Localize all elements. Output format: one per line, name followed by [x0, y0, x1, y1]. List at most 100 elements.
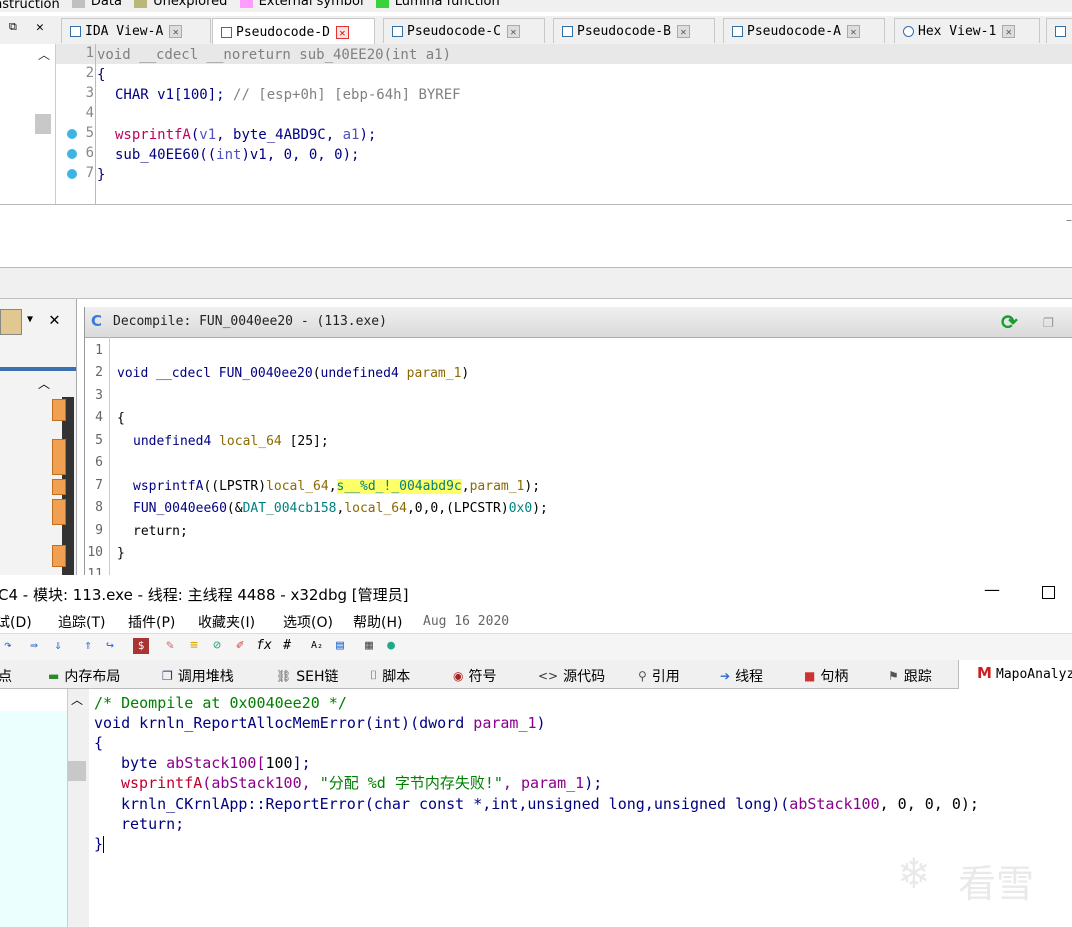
scroll-up-icon[interactable]: ︿	[71, 691, 83, 708]
source-icon: <>	[538, 668, 559, 683]
tab-pseudocode-b[interactable]: Pseudocode-B ✕	[553, 18, 715, 43]
ida-pseudocode-view[interactable]: 1 2 3 4 5 6 7 void __cdecl __noreturn su…	[0, 44, 1072, 205]
copy-icon[interactable]: ❐	[1043, 311, 1054, 332]
left-scrollbar[interactable]	[67, 689, 89, 927]
close-tab-icon[interactable]: ✕	[506, 24, 520, 38]
code-line-7[interactable]: return;	[121, 814, 184, 834]
menu-favourites[interactable]: 收藏夹(I)	[198, 612, 255, 632]
tab-trace[interactable]: ⚑ 跟踪	[888, 663, 932, 688]
separator-bar	[0, 268, 1072, 299]
menu-options[interactable]: 选项(O)	[283, 612, 333, 632]
strings-icon[interactable]: A₂	[309, 638, 325, 654]
step-up-icon[interactable]: ⇑	[80, 638, 96, 654]
tab-breakpoints[interactable]: 点	[0, 663, 12, 688]
execute-till-return-icon[interactable]: ⇛	[26, 638, 42, 654]
breakpoint-dot[interactable]	[67, 169, 77, 179]
close-panel-icon[interactable]: ✕	[49, 309, 60, 330]
code-line-6[interactable]: krnln_CKrnlApp::ReportError(char const *…	[121, 794, 979, 814]
code-line-8[interactable]: FUN_0040ee60(&DAT_004cb158,local_64,0,0,…	[133, 500, 548, 518]
functions-icon[interactable]: fx	[256, 638, 272, 654]
calculator-icon[interactable]: ▦	[361, 638, 377, 654]
refresh-icon[interactable]: ⟳	[1001, 310, 1018, 334]
menu-plugins[interactable]: 插件(P)	[128, 612, 175, 632]
code-line-4[interactable]: {	[117, 410, 125, 428]
log-icon[interactable]: ▤	[332, 638, 348, 654]
menu-help[interactable]: 帮助(H)	[353, 612, 402, 632]
scroll-up-icon[interactable]: ︿	[38, 375, 50, 392]
breakpoint-dot[interactable]	[67, 129, 77, 139]
close-panel-icon[interactable]: ✕	[36, 20, 44, 35]
tab-call-stack[interactable]: ❐ 调用堆栈	[162, 663, 234, 688]
code-line-5[interactable]: undefined4 local_64 [25];	[133, 433, 329, 451]
tab-hex-view-1[interactable]: Hex View-1 ✕	[894, 18, 1040, 43]
close-tab-icon[interactable]: ✕	[676, 24, 690, 38]
line-number: 8	[95, 500, 103, 515]
comments-icon[interactable]: ≡	[186, 638, 202, 654]
line-number: 7	[95, 478, 103, 493]
tab-handles[interactable]: ■ 句柄	[804, 663, 848, 688]
code-token: ,0,0,(LPCSTR)	[406, 501, 509, 516]
tab-pseudocode-d[interactable]: Pseudocode-D ✕	[212, 18, 375, 45]
code-line-7[interactable]: }	[97, 165, 105, 185]
tab-memory-map[interactable]: ▬ 内存布局	[48, 663, 120, 688]
code-line-2[interactable]: void krnln_ReportAllocMemError(int)(dwor…	[94, 713, 546, 733]
code-line-9[interactable]: return;	[133, 523, 188, 541]
code-line-10[interactable]: }	[117, 545, 125, 563]
step-over-icon[interactable]: ↷	[0, 638, 16, 654]
close-tab-icon[interactable]: ✕	[169, 24, 183, 38]
maximize-icon[interactable]	[1042, 586, 1055, 599]
code-line-5[interactable]: wsprintfA(abStack100, "分配 %d 字节内存失败!", p…	[121, 773, 602, 793]
tab-threads[interactable]: ➔ 线程	[720, 663, 763, 688]
bookmarks-icon[interactable]: ✐	[232, 638, 248, 654]
dropdown-icon[interactable]: ▼	[27, 314, 33, 325]
tab-symbols[interactable]: ◉ 符号	[453, 663, 496, 688]
hash-icon[interactable]: #	[279, 638, 295, 654]
menu-trace[interactable]: 追踪(T)	[58, 612, 105, 632]
labels-icon[interactable]: ⊘	[209, 638, 225, 654]
close-tab-icon[interactable]: ✕	[846, 24, 860, 38]
globe-icon[interactable]: ●	[383, 638, 399, 654]
float-window-icon[interactable]: ⧉	[9, 20, 17, 34]
tab-overflow[interactable]	[1046, 18, 1072, 43]
close-tab-icon[interactable]: ✕	[1002, 24, 1016, 38]
tab-pseudocode-a[interactable]: Pseudocode-A ✕	[723, 18, 885, 43]
patch-icon[interactable]: ✎	[162, 638, 178, 654]
tab-mapoanalyzer[interactable]: M MapoAnalyz	[958, 660, 1072, 689]
program-tree-icon[interactable]	[0, 309, 22, 335]
run-to-user-code-icon[interactable]: ⇓	[50, 638, 66, 654]
code-token: a1	[342, 127, 360, 143]
code-line-1[interactable]: void __cdecl __noreturn sub_40EE20(int a…	[97, 45, 451, 65]
minimize-icon[interactable]: —	[984, 580, 1000, 599]
tab-script[interactable]: ⌷ 脚本	[370, 663, 410, 688]
code-line-4[interactable]: byte abStack100[100];	[121, 753, 311, 773]
script-icon[interactable]: $	[133, 638, 149, 654]
code-line-3[interactable]: {	[94, 733, 103, 753]
code-line-1[interactable]: /* Deompile at 0x0040ee20 */	[94, 693, 347, 713]
tab-pseudocode-c[interactable]: Pseudocode-C ✕	[383, 18, 545, 43]
tab-seh-chain[interactable]: ⛓ SEH链	[276, 663, 339, 688]
code-line-3[interactable]: CHAR v1[100]; // [esp+0h] [ebp-64h] BYRE…	[115, 85, 461, 105]
scroll-thumb[interactable]	[68, 761, 86, 781]
code-line-6[interactable]: sub_40EE60((int)v1, 0, 0, 0);	[115, 145, 359, 165]
scroll-thumb[interactable]	[35, 114, 51, 134]
code-line-2[interactable]: {	[97, 65, 105, 85]
mapo-decompile-view[interactable]: /* Deompile at 0x0040ee20 */ void krnln_…	[89, 689, 1072, 927]
code-line-8[interactable]: }	[94, 834, 105, 854]
tab-label: Pseudocode-C	[407, 23, 501, 39]
code-token: FUN_0040ee20	[218, 366, 313, 381]
scroll-up-icon[interactable]: ︿	[38, 46, 50, 63]
code-line-5[interactable]: wsprintfA(v1, byte_4ABD9C, a1);	[115, 125, 376, 145]
code-token: (	[312, 366, 321, 381]
breakpoint-dot[interactable]	[67, 149, 77, 159]
tab-source[interactable]: <> 源代码	[538, 663, 605, 688]
ida-left-scrollbar[interactable]: ︿	[0, 44, 56, 204]
code-line-2[interactable]: void __cdecl FUN_0040ee20(undefined4 par…	[117, 365, 469, 383]
animate-icon[interactable]: ↪	[102, 638, 118, 654]
tab-ida-view-a[interactable]: IDA View-A ✕	[61, 18, 211, 43]
close-tab-icon[interactable]: ✕	[335, 25, 349, 39]
code-token: [	[256, 754, 266, 772]
tab-references[interactable]: ⚲ 引用	[638, 663, 680, 688]
code-token: )	[461, 366, 470, 381]
menu-debug[interactable]: 试(D)	[0, 612, 32, 632]
code-line-7[interactable]: wsprintfA((LPSTR)local_64,s__%d_!_004abd…	[133, 478, 540, 496]
